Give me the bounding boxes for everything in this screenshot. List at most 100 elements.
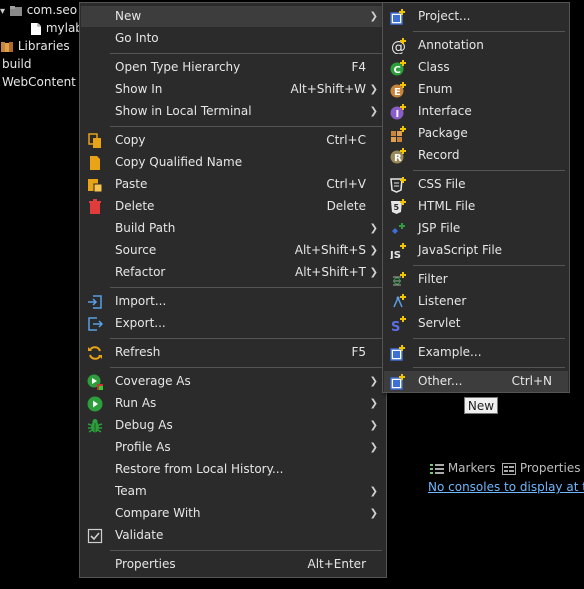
submenu-item-servlet[interactable]: S Servlet (384, 313, 568, 334)
menu-item-label: Show in Local Terminal (115, 104, 252, 118)
tree-item-project[interactable]: ▾ com.seo (0, 1, 77, 19)
menu-item-label: Restore from Local History... (115, 462, 284, 476)
paste-icon (88, 179, 103, 193)
tab-markers[interactable]: Markers (430, 458, 496, 478)
menu-item-delete[interactable]: Delete Delete (81, 196, 385, 217)
tree-item-build[interactable]: build (2, 55, 32, 73)
tree-item-label: WebContent (2, 75, 76, 89)
menu-item-refresh[interactable]: Refresh F5 (81, 342, 385, 363)
submenu-item-enum[interactable]: E Enum (384, 79, 568, 100)
submenu-item-filter[interactable]: Filter (384, 269, 568, 290)
submenu-item-example[interactable]: Example... (384, 342, 568, 363)
submenu-item-label: Interface (418, 104, 472, 118)
menu-item-label: Paste (115, 177, 148, 191)
run-icon (87, 396, 103, 412)
menu-item-show-in-local-terminal[interactable]: Show in Local Terminal ❯ (81, 101, 385, 122)
menu-item-go-into[interactable]: Go Into (81, 28, 385, 49)
submenu-item-other[interactable]: Other... Ctrl+N (384, 371, 568, 392)
submenu-item-javascript-file[interactable]: JS JavaScript File (384, 240, 568, 261)
menu-item-label: Compare With (115, 506, 201, 520)
submenu-item-css-file[interactable]: CSS File (384, 174, 568, 195)
menu-item-shortcut: Ctrl+V (326, 177, 366, 191)
submenu-item-class[interactable]: C Class (384, 57, 568, 78)
bottom-views-tabs: Markers Properties (428, 458, 584, 478)
annotation-icon: @ (391, 38, 406, 54)
import-icon (88, 295, 102, 309)
menu-item-build-path[interactable]: Build Path ❯ (81, 218, 385, 239)
menu-item-properties[interactable]: Properties Alt+Enter (81, 554, 385, 575)
menu-item-export[interactable]: Export... (81, 313, 385, 334)
menu-item-copy[interactable]: Copy Ctrl+C (81, 130, 385, 151)
interface-icon: I (390, 104, 406, 120)
menu-item-import[interactable]: Import... (81, 291, 385, 312)
submenu-item-label: Class (418, 60, 450, 74)
submenu-item-label: Annotation (418, 38, 484, 52)
submenu-item-label: Servlet (418, 316, 461, 330)
menu-item-shortcut: F5 (351, 345, 366, 359)
menu-item-debug-as[interactable]: Debug As ❯ (81, 415, 385, 436)
copy-qualified-icon (90, 156, 100, 170)
tree-item-label: mylab (45, 21, 83, 35)
submenu-item-label: Listener (418, 294, 467, 308)
menu-item-paste[interactable]: Paste Ctrl+V (81, 174, 385, 195)
submenu-item-listener[interactable]: Listener (384, 291, 568, 312)
chevron-right-icon: ❯ (369, 245, 378, 256)
menu-separator (110, 338, 382, 339)
menu-item-show-in[interactable]: Show In Alt+Shift+W ❯ (81, 79, 385, 100)
menu-item-label: Export... (115, 316, 166, 330)
checkbox-icon (87, 528, 103, 544)
submenu-item-label: JavaScript File (418, 243, 503, 257)
menu-item-label: Team (115, 484, 147, 498)
menu-item-open-type-hierarchy[interactable]: Open Type Hierarchy F4 (81, 57, 385, 78)
javascript-file-icon: JS (390, 243, 406, 259)
tree-item-label: com.seo (26, 3, 78, 17)
menu-item-new[interactable]: New ❯ (81, 6, 385, 27)
menu-item-team[interactable]: Team ❯ (81, 481, 385, 502)
menu-separator (110, 550, 382, 551)
submenu-item-jsp-file[interactable]: JSP File (384, 218, 568, 239)
console-message[interactable]: No consoles to display at this (428, 478, 584, 496)
menu-item-run-as[interactable]: Run As ❯ (81, 393, 385, 414)
submenu-item-record[interactable]: R Record (384, 145, 568, 166)
menu-item-source[interactable]: Source Alt+Shift+S ❯ (81, 240, 385, 261)
submenu-item-annotation[interactable]: @ Annotation (384, 35, 568, 56)
menu-item-compare-with[interactable]: Compare With ❯ (81, 503, 385, 524)
tree-item-file[interactable]: mylab (30, 19, 83, 37)
new-submenu: Project... @ Annotation C Class E Enum I… (382, 2, 570, 393)
menu-item-refactor[interactable]: Refactor Alt+Shift+T ❯ (81, 262, 385, 283)
menu-item-label: Import... (115, 294, 167, 308)
tree-item-libraries[interactable]: Libraries (0, 37, 70, 55)
menu-item-label: Source (115, 243, 157, 257)
tab-properties[interactable]: Properties (502, 458, 580, 478)
menu-separator (413, 31, 565, 32)
record-icon: R (390, 148, 406, 164)
markers-icon (430, 463, 444, 474)
menu-item-validate[interactable]: Validate (81, 525, 385, 546)
menu-item-coverage-as[interactable]: Coverage As ❯ (81, 371, 385, 392)
chevron-right-icon: ❯ (369, 398, 378, 409)
submenu-item-label: HTML File (418, 199, 476, 213)
submenu-item-label: Package (418, 126, 468, 140)
submenu-item-package[interactable]: Package (384, 123, 568, 144)
package-icon (391, 126, 406, 142)
menu-item-label: Show In (115, 82, 163, 96)
submenu-item-shortcut: Ctrl+N (511, 374, 552, 388)
svg-text:JS: JS (390, 250, 401, 259)
submenu-item-interface[interactable]: I Interface (384, 101, 568, 122)
tree-item-webcontent[interactable]: WebContent (2, 73, 76, 91)
menu-item-profile-as[interactable]: Profile As ❯ (81, 437, 385, 458)
chevron-down-icon[interactable]: ▾ (0, 6, 5, 17)
new-project-icon (390, 9, 405, 25)
servlet-icon: S (391, 316, 406, 332)
chevron-right-icon: ❯ (369, 508, 378, 519)
copy-icon (88, 133, 101, 148)
menu-item-label: Properties (115, 557, 176, 571)
menu-item-restore-from-local-history[interactable]: Restore from Local History... (81, 459, 385, 480)
menu-item-copy-qualified-name[interactable]: Copy Qualified Name (81, 152, 385, 173)
menu-separator (413, 265, 565, 266)
submenu-item-label: Filter (418, 272, 448, 286)
menu-item-label: Refresh (115, 345, 161, 359)
chevron-right-icon: ❯ (369, 223, 378, 234)
submenu-item-project[interactable]: Project... (384, 6, 568, 27)
submenu-item-html-file[interactable]: 5 HTML File (384, 196, 568, 217)
